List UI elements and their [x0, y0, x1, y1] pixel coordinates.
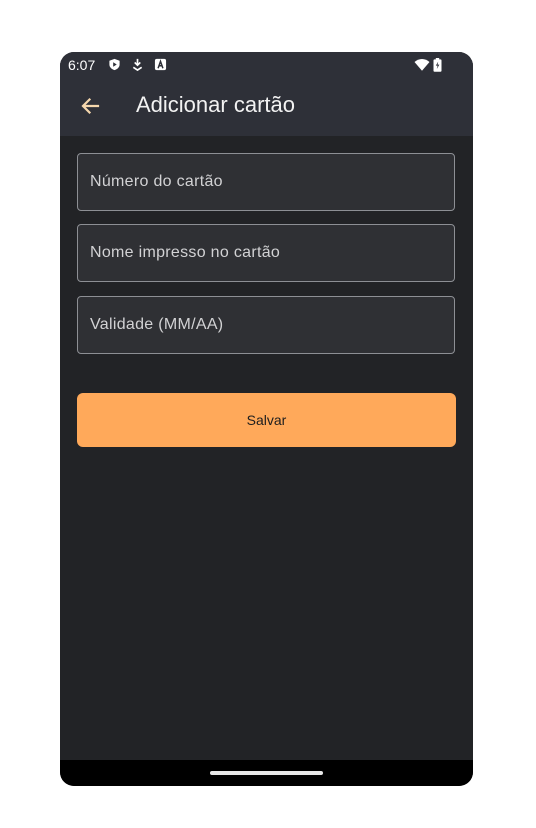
phone-screen: 6:07 Adicionar cartão Número do cartão N… — [60, 52, 473, 786]
cardholder-name-input[interactable] — [78, 225, 454, 281]
wifi-icon — [414, 59, 430, 71]
a-badge-icon — [154, 58, 167, 71]
arrow-back-icon[interactable] — [78, 94, 102, 118]
play-protect-icon — [109, 58, 120, 71]
card-number-input[interactable] — [78, 154, 454, 210]
page-title: Adicionar cartão — [136, 92, 295, 117]
save-button[interactable]: Salvar — [77, 393, 456, 447]
battery-icon — [433, 58, 442, 72]
status-time: 6:07 — [68, 57, 96, 73]
cardholder-name-field[interactable] — [77, 224, 455, 282]
navigation-bar — [60, 760, 473, 786]
status-bar: 6:07 — [60, 52, 473, 78]
expiry-field[interactable] — [77, 296, 455, 354]
expiry-input[interactable] — [78, 297, 454, 353]
card-number-field[interactable] — [77, 153, 455, 211]
home-indicator[interactable] — [210, 771, 323, 775]
top-app-area: 6:07 Adicionar cartão — [60, 52, 473, 136]
download-icon — [132, 58, 143, 71]
